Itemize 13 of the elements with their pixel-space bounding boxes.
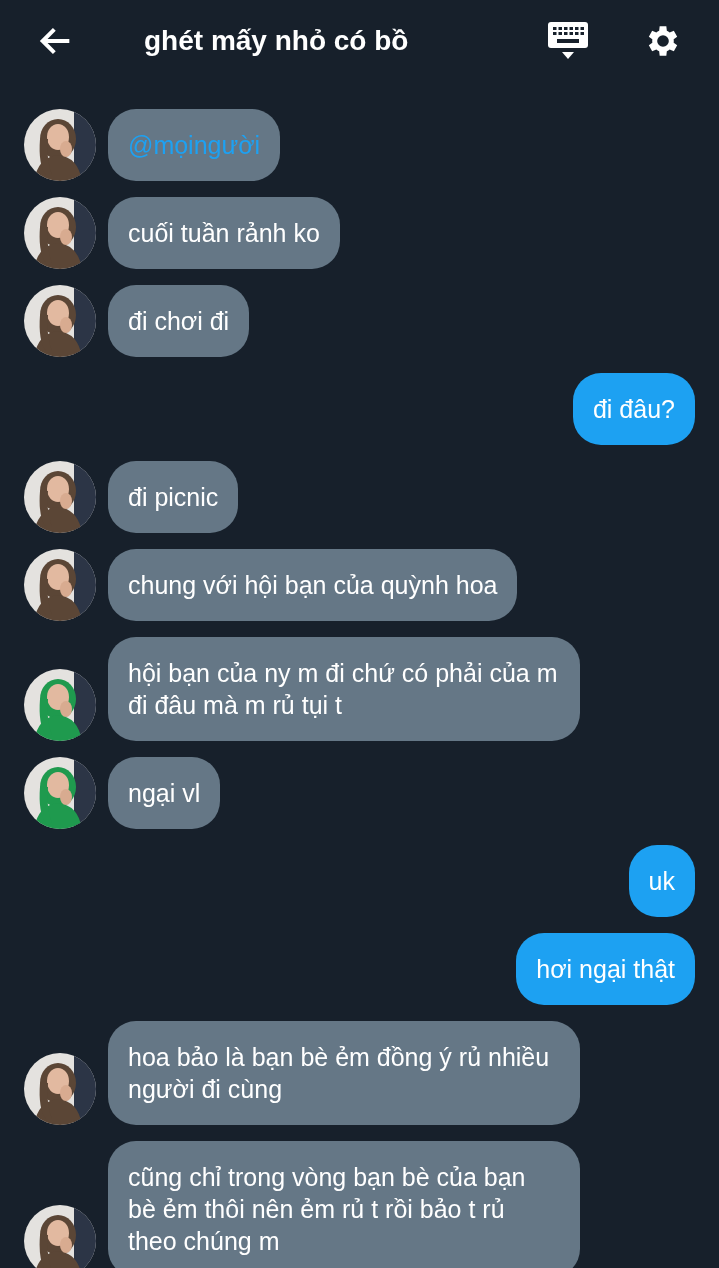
chat-title: ghét mấy nhỏ có bồ bbox=[144, 24, 409, 58]
received-message: hoa bảo là bạn bè ẻm đồng ý rủ nhiều người đi cùng bbox=[108, 1021, 580, 1125]
received-message: hội bạn của ny m đi chứ có phải của m đi đâu mà m rủ tụi t bbox=[108, 637, 580, 741]
received-message: đi picnic bbox=[108, 461, 239, 533]
received-message: cũng chỉ trong vòng bạn bè của bạn bè ẻm thôi nên ẻm rủ t rồi bảo t rủ theo chúng m bbox=[108, 1141, 580, 1268]
sent-message: đi đâu? bbox=[572, 373, 695, 445]
received-message: đi chơi đi bbox=[108, 285, 250, 357]
sent-message: uk bbox=[628, 845, 695, 917]
received-message: ngại vl bbox=[108, 757, 221, 829]
sent-message: hơi ngại thật bbox=[516, 933, 695, 1005]
received-message: cuối tuần rảnh ko bbox=[108, 197, 340, 269]
received-message: @mọingười bbox=[108, 109, 281, 181]
received-message: chung với hội bạn của quỳnh hoa bbox=[108, 549, 518, 621]
